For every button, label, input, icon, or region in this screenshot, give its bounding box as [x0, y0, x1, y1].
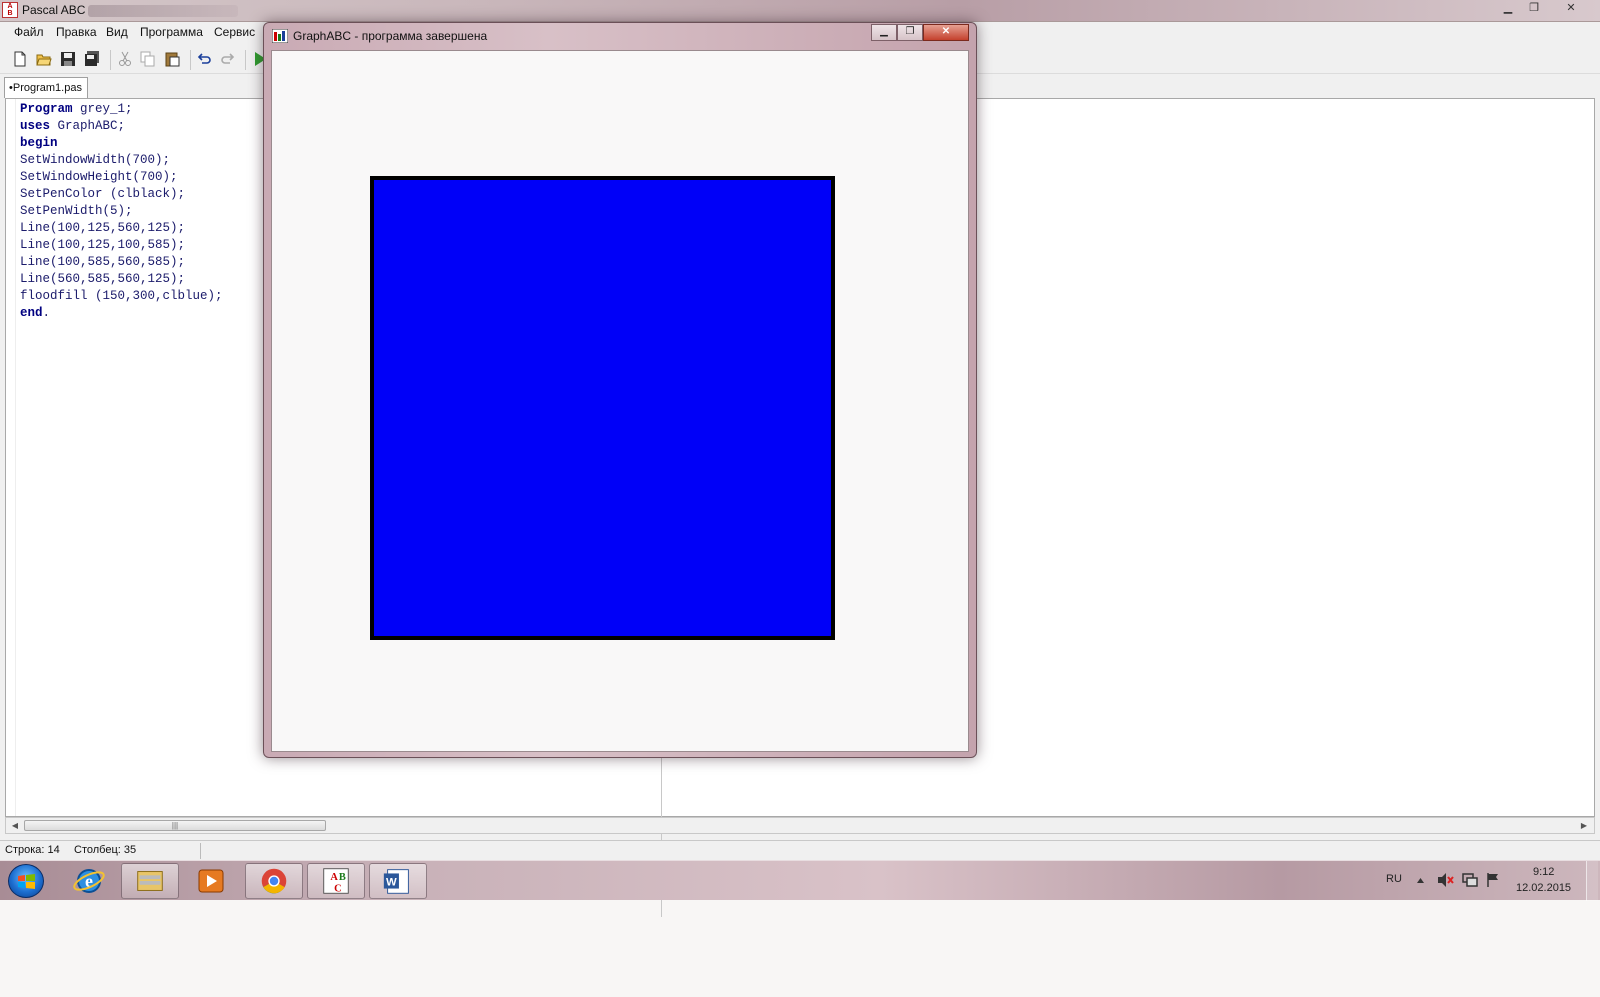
clock-date[interactable]: 12.02.2015 — [1516, 882, 1571, 894]
scroll-right-icon[interactable]: ▶ — [1577, 819, 1591, 832]
code-text-segment: floodfill (150,300,clblue); — [20, 289, 223, 303]
new-file-icon[interactable] — [12, 51, 28, 67]
code-line[interactable]: uses GraphABC; — [20, 118, 223, 135]
code-line[interactable]: begin — [20, 135, 223, 152]
filled-blue-square — [370, 176, 835, 640]
save-all-icon[interactable] — [84, 51, 100, 67]
code-line[interactable]: SetWindowHeight(700); — [20, 169, 223, 186]
code-text-segment: Line(560,585,560,125); — [20, 272, 186, 286]
status-separator — [200, 843, 201, 859]
status-column: Столбец: 35 — [74, 844, 137, 856]
internet-explorer-icon[interactable]: e — [60, 863, 118, 899]
save-icon[interactable] — [60, 51, 76, 67]
code-line[interactable]: SetWindowWidth(700); — [20, 152, 223, 169]
svg-text:A: A — [330, 872, 338, 883]
code-text-segment: grey_1; — [72, 102, 133, 116]
menu-edit[interactable]: Правка — [56, 25, 97, 39]
clock-time[interactable]: 9:12 — [1533, 866, 1554, 878]
code-text-segment: . — [42, 306, 51, 320]
taskbar: e A B C W RU 9:12 12.02.2015 — [0, 860, 1600, 901]
word-icon[interactable]: W — [369, 863, 427, 899]
editor-gutter — [6, 99, 16, 816]
menu-file[interactable]: Файл — [14, 25, 44, 39]
show-hidden-icons-icon[interactable] — [1416, 876, 1425, 885]
code-line[interactable]: SetPenWidth(5); — [20, 203, 223, 220]
code-text-segment: Line(100,125,100,585); — [20, 238, 186, 252]
copy-icon[interactable] — [140, 51, 156, 67]
language-indicator[interactable]: RU — [1386, 873, 1402, 885]
cut-icon[interactable] — [117, 51, 133, 67]
code-text-segment: SetPenColor (clblack); — [20, 187, 186, 201]
code-line[interactable]: Line(100,585,560,585); — [20, 254, 223, 271]
toolbar-separator — [110, 50, 111, 70]
code-keyword: uses — [20, 119, 51, 133]
scroll-left-icon[interactable]: ◀ — [8, 819, 22, 832]
svg-text:B: B — [339, 872, 346, 883]
code-line[interactable]: Line(100,125,100,585); — [20, 237, 223, 254]
graph-minimize-button[interactable]: ▁ — [871, 24, 897, 41]
blurred-title-region — [88, 5, 238, 17]
code-line[interactable]: floodfill (150,300,clblue); — [20, 288, 223, 305]
code-text-segment: Line(100,585,560,585); — [20, 255, 186, 269]
code-text-segment: SetPenWidth(5); — [20, 204, 133, 218]
code-line[interactable]: Line(560,585,560,125); — [20, 271, 223, 288]
pascal-abc-app-icon: AB — [2, 2, 18, 18]
graphabc-canvas — [271, 50, 969, 752]
menu-program[interactable]: Программа — [140, 25, 203, 39]
window-title: Pascal ABC — [22, 3, 86, 17]
undo-icon[interactable] — [196, 51, 212, 67]
graphabc-window: GraphABC - программа завершена ▁ ❐ ✕ — [263, 22, 977, 758]
restore-button[interactable]: ❐ — [1521, 0, 1547, 18]
code-text-segment: GraphABC; — [50, 119, 126, 133]
scroll-thumb[interactable]: ||| — [24, 820, 326, 831]
graph-close-button[interactable]: ✕ — [923, 24, 969, 41]
volume-muted-icon[interactable] — [1437, 872, 1455, 888]
toolbar-separator — [190, 50, 191, 70]
status-line: Строка: 14 — [5, 844, 60, 856]
code-line[interactable]: SetPenColor (clblack); — [20, 186, 223, 203]
code-text-segment: SetWindowHeight(700); — [20, 170, 178, 184]
graphabc-window-title: GraphABC - программа завершена — [293, 29, 488, 43]
windows-start-icon[interactable] — [8, 864, 44, 898]
pascal-abc-icon[interactable]: A B C — [307, 863, 365, 899]
svg-text:W: W — [386, 877, 397, 889]
minimize-button[interactable]: ▁ — [1495, 0, 1521, 18]
open-folder-icon[interactable] — [36, 51, 52, 67]
tab-program1[interactable]: •Program1.pas — [4, 77, 88, 98]
code-line[interactable]: Program grey_1; — [20, 101, 223, 118]
media-player-icon[interactable] — [182, 863, 240, 899]
code-keyword: begin — [20, 136, 58, 150]
graph-maximize-button[interactable]: ❐ — [897, 24, 923, 41]
close-button[interactable]: ✕ — [1558, 0, 1584, 18]
code-line[interactable]: Line(100,125,560,125); — [20, 220, 223, 237]
chrome-icon[interactable] — [245, 863, 303, 899]
redo-icon[interactable] — [220, 51, 236, 67]
code-text-segment: Line(100,125,560,125); — [20, 221, 186, 235]
svg-text:C: C — [334, 883, 342, 894]
toolbar-separator — [245, 50, 246, 70]
code-line[interactable]: end. — [20, 305, 223, 322]
horizontal-scrollbar[interactable]: ◀ ||| ▶ — [5, 817, 1595, 834]
show-desktop-button[interactable] — [1586, 861, 1598, 901]
graphabc-app-icon — [272, 29, 288, 43]
status-bar: Строка: 14 Столбец: 35 — [0, 840, 1600, 860]
code-text[interactable]: Program grey_1; uses GraphABC; begin SetWin… — [20, 101, 223, 322]
code-keyword: Program — [20, 102, 73, 116]
menu-service[interactable]: Сервис — [214, 25, 255, 39]
menu-view[interactable]: Вид — [106, 25, 128, 39]
paste-icon[interactable] — [164, 51, 180, 67]
title-bar: AB Pascal ABC ▁ ❐ ✕ — [0, 0, 1600, 22]
network-icon[interactable] — [1461, 872, 1479, 888]
code-keyword: end — [20, 306, 43, 320]
file-explorer-icon[interactable] — [121, 863, 179, 899]
action-center-flag-icon[interactable] — [1485, 872, 1501, 888]
code-text-segment: SetWindowWidth(700); — [20, 153, 171, 167]
